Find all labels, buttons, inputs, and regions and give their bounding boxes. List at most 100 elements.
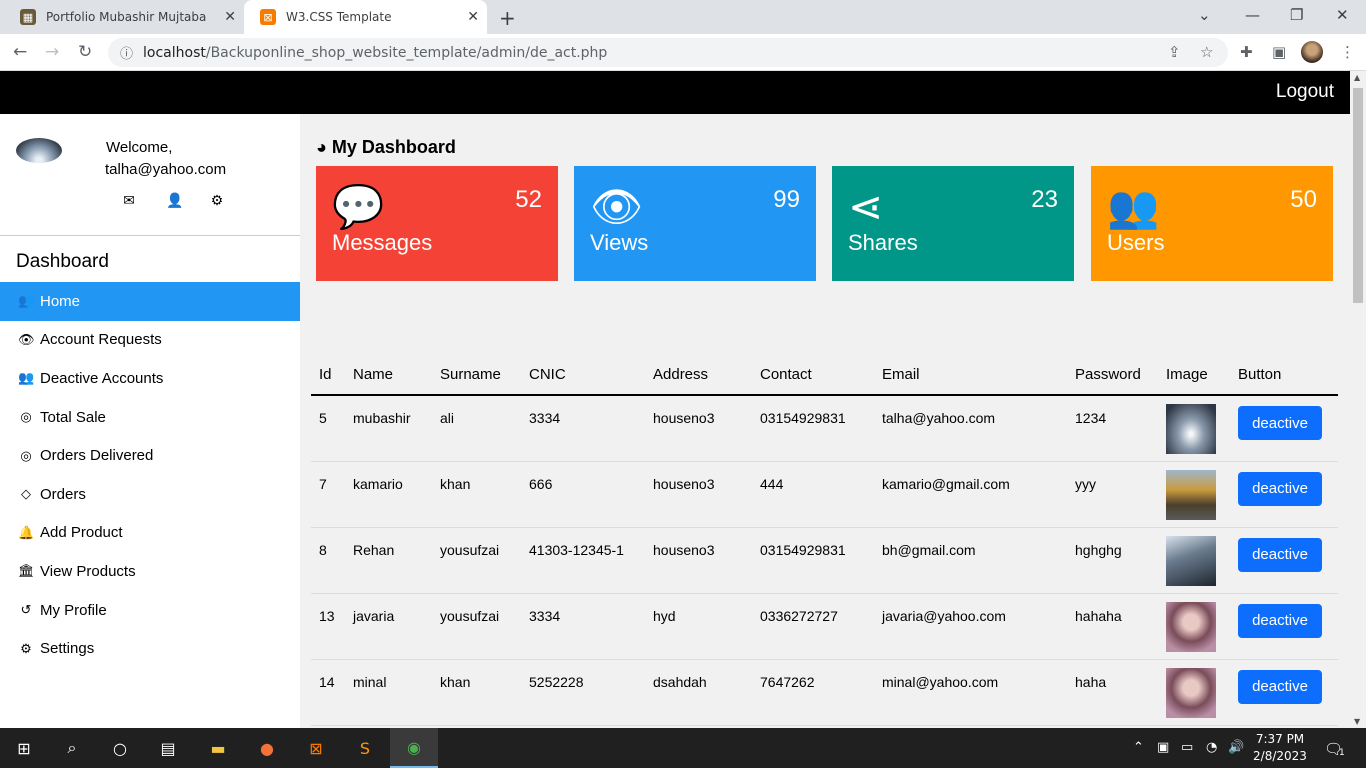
deactive-button[interactable]: deactive — [1238, 471, 1322, 506]
views-label: Views — [590, 230, 649, 255]
site-info-icon[interactable]: ⓘ — [120, 43, 133, 62]
top-nav-bar: Logout — [0, 71, 1350, 114]
tray-app-icon[interactable]: ▣ — [1157, 740, 1169, 755]
extensions-puzzle-icon[interactable]: ✚ — [1240, 43, 1253, 61]
sidebar-item-label: Orders Delivered — [40, 447, 154, 465]
forward-arrow-icon[interactable]: → — [45, 42, 59, 62]
volume-icon[interactable]: 🔊 — [1228, 740, 1244, 755]
sidebar-item-home[interactable]: 👥 Home — [0, 282, 300, 321]
deactive-button[interactable]: deactive — [1238, 537, 1322, 572]
share-icon[interactable]: ⇪ — [1168, 43, 1181, 61]
cell-surname: ali — [432, 395, 521, 462]
new-tab-icon[interactable]: + — [499, 6, 516, 30]
sidebar-item-my-profile[interactable]: ↺ My Profile — [0, 591, 300, 630]
cell-name: minal — [345, 659, 432, 726]
cell-email: talha@yahoo.com — [874, 395, 1067, 462]
envelope-icon[interactable]: ✉ — [122, 192, 136, 209]
scrollbar-thumb[interactable] — [1353, 88, 1363, 303]
cell-image — [1158, 593, 1230, 660]
eye-icon: 👁 — [18, 331, 35, 347]
cell-name: kamario — [345, 461, 432, 528]
close-tab-icon[interactable]: ✕ — [467, 9, 479, 25]
side-panel-icon[interactable]: ▣ — [1272, 43, 1286, 61]
cell-contact: 0336272727 — [752, 593, 874, 660]
sidebar-item-orders[interactable]: ◇ Orders — [0, 475, 300, 514]
battery-icon[interactable]: ▭ — [1181, 740, 1193, 755]
deactive-button[interactable]: deactive — [1238, 603, 1322, 638]
chrome-menu-icon[interactable]: ⋮ — [1340, 43, 1355, 61]
xampp-icon[interactable]: ⊠ — [292, 728, 340, 768]
column-header: CNIC — [521, 355, 645, 396]
users-count: 50 — [1290, 186, 1317, 213]
bookmark-star-icon[interactable]: ☆ — [1200, 43, 1213, 61]
page-scrollbar[interactable]: ▲ ▼ — [1350, 71, 1366, 728]
sidebar-item-account-requests[interactable]: 👁 Account Requests — [0, 321, 300, 360]
minimize-icon[interactable]: — — [1245, 6, 1260, 24]
address-bar[interactable]: ⓘ localhost/Backuponline_shop_website_te… — [108, 38, 1228, 67]
cell-email: kamario@gmail.com — [874, 461, 1067, 528]
sublime-text-icon[interactable]: S — [341, 728, 389, 768]
window-close-icon[interactable]: ✕ — [1336, 6, 1349, 24]
sidebar-item-add-product[interactable]: 🔔 Add Product — [0, 514, 300, 553]
xampp-favicon-icon: ⊠ — [260, 9, 276, 25]
deactive-button[interactable]: deactive — [1238, 669, 1322, 704]
cell-contact: 03154929831 — [752, 395, 874, 462]
cell-image — [1158, 527, 1230, 594]
logout-link[interactable]: Logout — [1276, 81, 1334, 103]
cell-contact: 444 — [752, 461, 874, 528]
sidebar-item-deactive-accounts[interactable]: 👥 Deactive Accounts — [0, 359, 300, 398]
clock-time: 7:37 PM — [1255, 732, 1305, 746]
sidebar-item-total-sale[interactable]: ◎ Total Sale — [0, 398, 300, 437]
cell-surname: yousufzai — [432, 593, 521, 660]
sidebar-item-orders-delivered[interactable]: ◎ Orders Delivered — [0, 436, 300, 475]
reload-icon[interactable]: ↻ — [78, 42, 92, 62]
browser-tab-w3css[interactable]: ⊠ W3.CSS Template ✕ — [244, 0, 487, 34]
maximize-icon[interactable]: ❐ — [1290, 6, 1303, 24]
comment-icon: 💬 — [332, 183, 385, 230]
scroll-down-icon[interactable]: ▼ — [1354, 717, 1360, 726]
cell-button: deactive — [1230, 593, 1338, 660]
task-view-icon[interactable]: ▤ — [144, 728, 192, 768]
browser-tab-portfolio[interactable]: ▦ Portfolio Mubashir Mujtaba ✕ — [4, 0, 244, 34]
sidebar-item-label: My Profile — [40, 601, 107, 619]
cell-email: bh@gmail.com — [874, 527, 1067, 594]
cog-icon: ⚙ — [20, 640, 32, 656]
windows-start-icon[interactable]: ⊞ — [0, 728, 48, 768]
sidebar-item-settings[interactable]: ⚙ Settings — [0, 629, 300, 668]
column-header: Email — [874, 355, 1067, 396]
tab-search-chevron-icon[interactable]: ⌄ — [1198, 6, 1211, 24]
cell-name: Rehan — [345, 527, 432, 594]
bell-icon: 🔔 — [18, 524, 35, 540]
search-icon[interactable]: ⌕ — [48, 728, 96, 768]
table-row: 5 mubashir ali 3334 houseno3 03154929831 talha… — [311, 395, 1338, 462]
chrome-icon[interactable]: ◉ — [390, 728, 438, 768]
scroll-up-icon[interactable]: ▲ — [1354, 73, 1360, 82]
postman-icon[interactable]: ● — [243, 728, 291, 768]
cell-address: houseno3 — [645, 527, 752, 594]
back-arrow-icon[interactable]: ← — [13, 42, 27, 62]
sidebar-item-label: Home — [40, 292, 81, 310]
share-icon: ⋖ — [848, 183, 884, 230]
system-clock[interactable]: 7:37 PM 2/8/2023 — [1250, 731, 1310, 765]
sidebar-item-view-products[interactable]: 🏛 View Products — [0, 552, 300, 591]
cog-icon[interactable]: ⚙ — [210, 192, 224, 209]
cortana-icon[interactable]: ○ — [96, 728, 144, 768]
user-email: talha@yahoo.com — [105, 161, 227, 178]
cell-address: houseno3 — [645, 395, 752, 462]
cell-password: 1234 — [1067, 395, 1158, 462]
file-explorer-icon[interactable]: ▬ — [194, 728, 242, 768]
cell-surname: khan — [432, 659, 521, 726]
bullseye-icon: ◎ — [20, 409, 32, 425]
close-tab-icon[interactable]: ✕ — [224, 9, 236, 25]
cell-button: deactive — [1230, 395, 1338, 462]
profile-avatar[interactable] — [1301, 41, 1323, 63]
cell-cnic: 3334 — [521, 593, 645, 660]
deactive-button[interactable]: deactive — [1238, 406, 1322, 440]
tray-chevron-icon[interactable]: ⌃ — [1133, 740, 1144, 755]
bank-icon: 🏛 — [18, 563, 35, 579]
users-table: Id Name Surname CNIC Address Contact Email Pass… — [311, 355, 1338, 726]
wifi-icon[interactable]: ◔ — [1206, 740, 1217, 755]
user-icon[interactable]: 👤 — [166, 192, 183, 209]
shares-label: Shares — [848, 230, 918, 255]
cell-surname: khan — [432, 461, 521, 528]
